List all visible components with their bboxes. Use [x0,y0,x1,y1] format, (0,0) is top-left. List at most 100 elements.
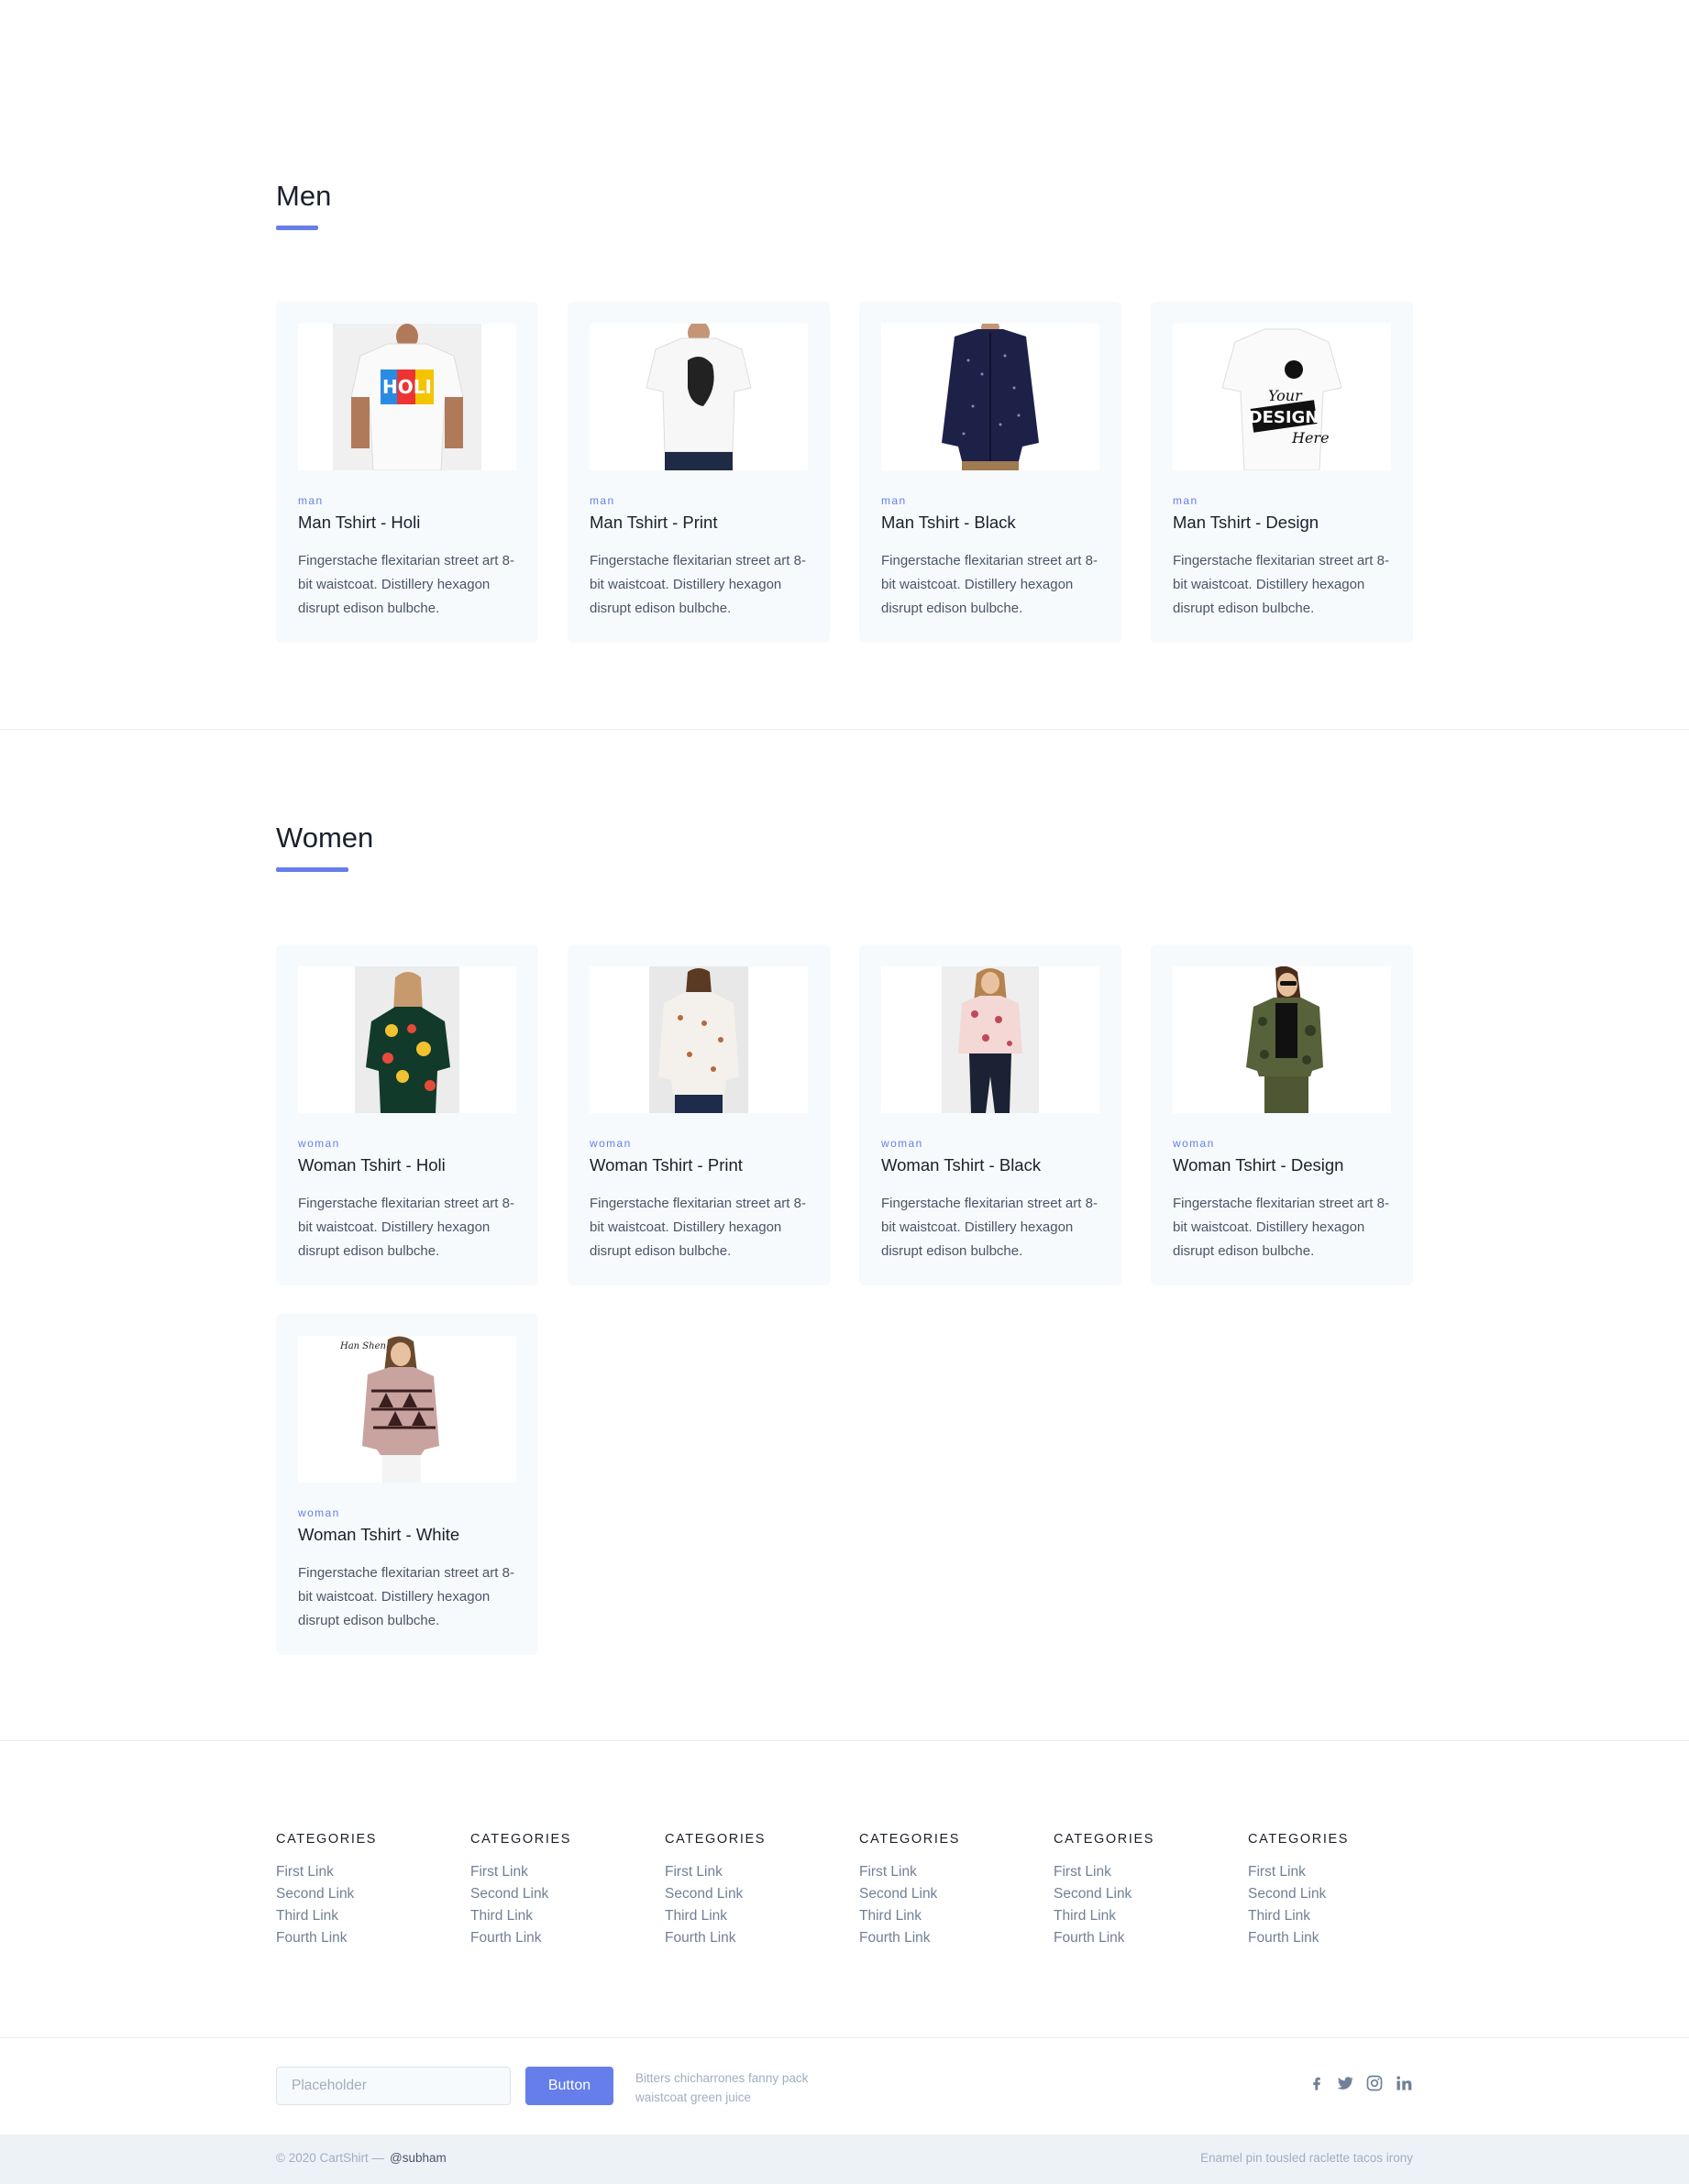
footer-heading: CATEGORIES [859,1832,960,1847]
product-image[interactable] [1173,966,1391,1113]
product-name[interactable]: Man Tshirt - Design [1173,513,1391,533]
tshirt-holi-image: HOLI [333,324,481,470]
footer-link[interactable]: Fourth Link [859,1927,1043,1949]
footer-link[interactable]: Second Link [1248,1883,1431,1905]
footer-link[interactable]: Fourth Link [1054,1927,1237,1949]
facebook-icon[interactable] [1308,2074,1326,2097]
product-image[interactable] [590,324,808,470]
product-description: Fingerstache flexitarian street art 8-bi… [298,1196,514,1259]
footer-link[interactable]: Third Link [859,1905,1043,1927]
product-image[interactable]: Your DESIGN Here [1173,324,1391,470]
footer-link[interactable]: First Link [1054,1861,1237,1883]
footer-link[interactable]: Second Link [276,1883,459,1905]
product-category: woman [298,1137,340,1150]
footer-link[interactable]: Fourth Link [470,1927,654,1949]
svg-text:HOLI: HOLI [382,376,432,398]
product-image[interactable] [590,966,808,1113]
product-name[interactable]: Woman Tshirt - Design [1173,1155,1391,1175]
product-image[interactable]: Han Sheng [298,1336,516,1483]
product-name[interactable]: Woman Tshirt - Print [590,1155,808,1175]
footer-link[interactable]: Second Link [1054,1883,1237,1905]
product-description: Fingerstache flexitarian street art 8-bi… [590,553,806,616]
product-category: woman [881,1137,923,1150]
footer-heading: CATEGORIES [1054,1832,1154,1847]
footer-link[interactable]: Second Link [859,1883,1043,1905]
footer-link[interactable]: First Link [470,1861,654,1883]
footer-heading: CATEGORIES [665,1832,766,1847]
linkedin-icon[interactable] [1395,2074,1413,2097]
svg-text:DESIGN: DESIGN [1249,408,1319,427]
footer-column: CATEGORIES First Link Second Link Third … [1054,1832,1237,1949]
product-image[interactable] [298,966,516,1113]
product-description: Fingerstache flexitarian street art 8-bi… [1173,1196,1389,1259]
footer-column: CATEGORIES First Link Second Link Third … [859,1832,1043,1949]
product-description: Fingerstache flexitarian street art 8-bi… [881,1196,1098,1259]
instagram-icon[interactable] [1365,2074,1384,2097]
product-name[interactable]: Man Tshirt - Holi [298,513,516,533]
product-category: woman [590,1137,632,1150]
footer-link[interactable]: Third Link [470,1905,654,1927]
footer-tagline: Enamel pin tousled raclette tacos irony [1200,2151,1413,2165]
footer-link[interactable]: First Link [859,1861,1043,1883]
woman-design-image [1237,966,1327,1113]
shirt-black-image [927,324,1054,470]
product-card[interactable]: woman Woman Tshirt - Holi Fingerstache f… [276,944,538,1285]
section-divider [0,729,1689,730]
footer-link[interactable]: Third Link [665,1905,848,1927]
copyright-text: © 2020 CartShirt — [276,2151,384,2165]
product-image[interactable] [881,324,1099,470]
women-section: Women [276,822,1413,872]
title-underline [276,867,348,872]
men-section: Men [276,180,1413,230]
footer-link[interactable]: Second Link [665,1883,848,1905]
product-name[interactable]: Man Tshirt - Print [590,513,808,533]
product-category: woman [1173,1137,1215,1150]
footer-link[interactable]: First Link [1248,1861,1431,1883]
newsletter-input[interactable] [276,2067,511,2105]
footer-link[interactable]: First Link [665,1861,848,1883]
product-category: woman [298,1506,340,1519]
product-card[interactable]: woman Woman Tshirt - Print Fingerstache … [568,944,830,1285]
product-description: Fingerstache flexitarian street art 8-bi… [881,553,1098,616]
footer-link[interactable]: Third Link [1054,1905,1237,1927]
product-name[interactable]: Woman Tshirt - White [298,1525,516,1545]
product-description: Fingerstache flexitarian street art 8-bi… [590,1196,806,1259]
product-image[interactable]: HOLI [298,324,516,470]
footer-link[interactable]: Fourth Link [665,1927,848,1949]
woman-black-image [942,966,1039,1113]
copyright: © 2020 CartShirt — @subham [276,2151,447,2165]
footer-divider [0,2037,1689,2038]
author-handle-link[interactable]: @subham [390,2151,447,2165]
product-card[interactable]: man Man Tshirt - Print Fingerstache flex… [568,302,830,643]
product-card[interactable]: woman Woman Tshirt - Black Fingerstache … [859,944,1121,1285]
footer-link[interactable]: First Link [276,1861,459,1883]
woman-white-image: Han Sheng [331,1336,469,1483]
footer-heading: CATEGORIES [470,1832,571,1847]
bottom-bar: © 2020 CartShirt — @subham Enamel pin tou… [0,2134,1689,2184]
footer-link[interactable]: Third Link [276,1905,459,1927]
tshirt-print-image [637,324,760,470]
product-name[interactable]: Woman Tshirt - Black [881,1155,1099,1175]
footer-link[interactable]: Fourth Link [276,1927,459,1949]
twitter-icon[interactable] [1336,2074,1354,2097]
footer-link[interactable]: Fourth Link [1248,1927,1431,1949]
product-name[interactable]: Woman Tshirt - Holi [298,1155,516,1175]
footer-heading: CATEGORIES [276,1832,377,1847]
product-description: Fingerstache flexitarian street art 8-bi… [298,553,514,616]
product-card[interactable]: woman Woman Tshirt - Design Fingerstache… [1151,944,1413,1285]
footer-column: CATEGORIES First Link Second Link Third … [665,1832,848,1949]
footer-link[interactable]: Third Link [1248,1905,1431,1927]
svg-text:Here: Here [1291,429,1330,447]
newsletter-text: Bitters chicharrones fanny pack waistcoa… [635,2071,809,2104]
subscribe-button[interactable]: Button [525,2067,613,2105]
woman-holi-image [355,966,459,1113]
svg-text:Han Sheng: Han Sheng [339,1341,392,1351]
product-card[interactable]: HOLI man Man Tshirt - Holi Fingerstache … [276,302,538,643]
product-card[interactable]: man Man Tshirt - Black Fingerstache flex… [859,302,1121,643]
product-image[interactable] [881,966,1099,1113]
product-card[interactable]: Your DESIGN Here man Man Tshirt - Design… [1151,302,1413,643]
footer-link[interactable]: Second Link [470,1883,654,1905]
product-name[interactable]: Man Tshirt - Black [881,513,1099,533]
tshirt-design-image: Your DESIGN Here [1213,324,1351,470]
product-card[interactable]: Han Sheng woman Woman Tshirt - White Fin… [276,1314,538,1655]
